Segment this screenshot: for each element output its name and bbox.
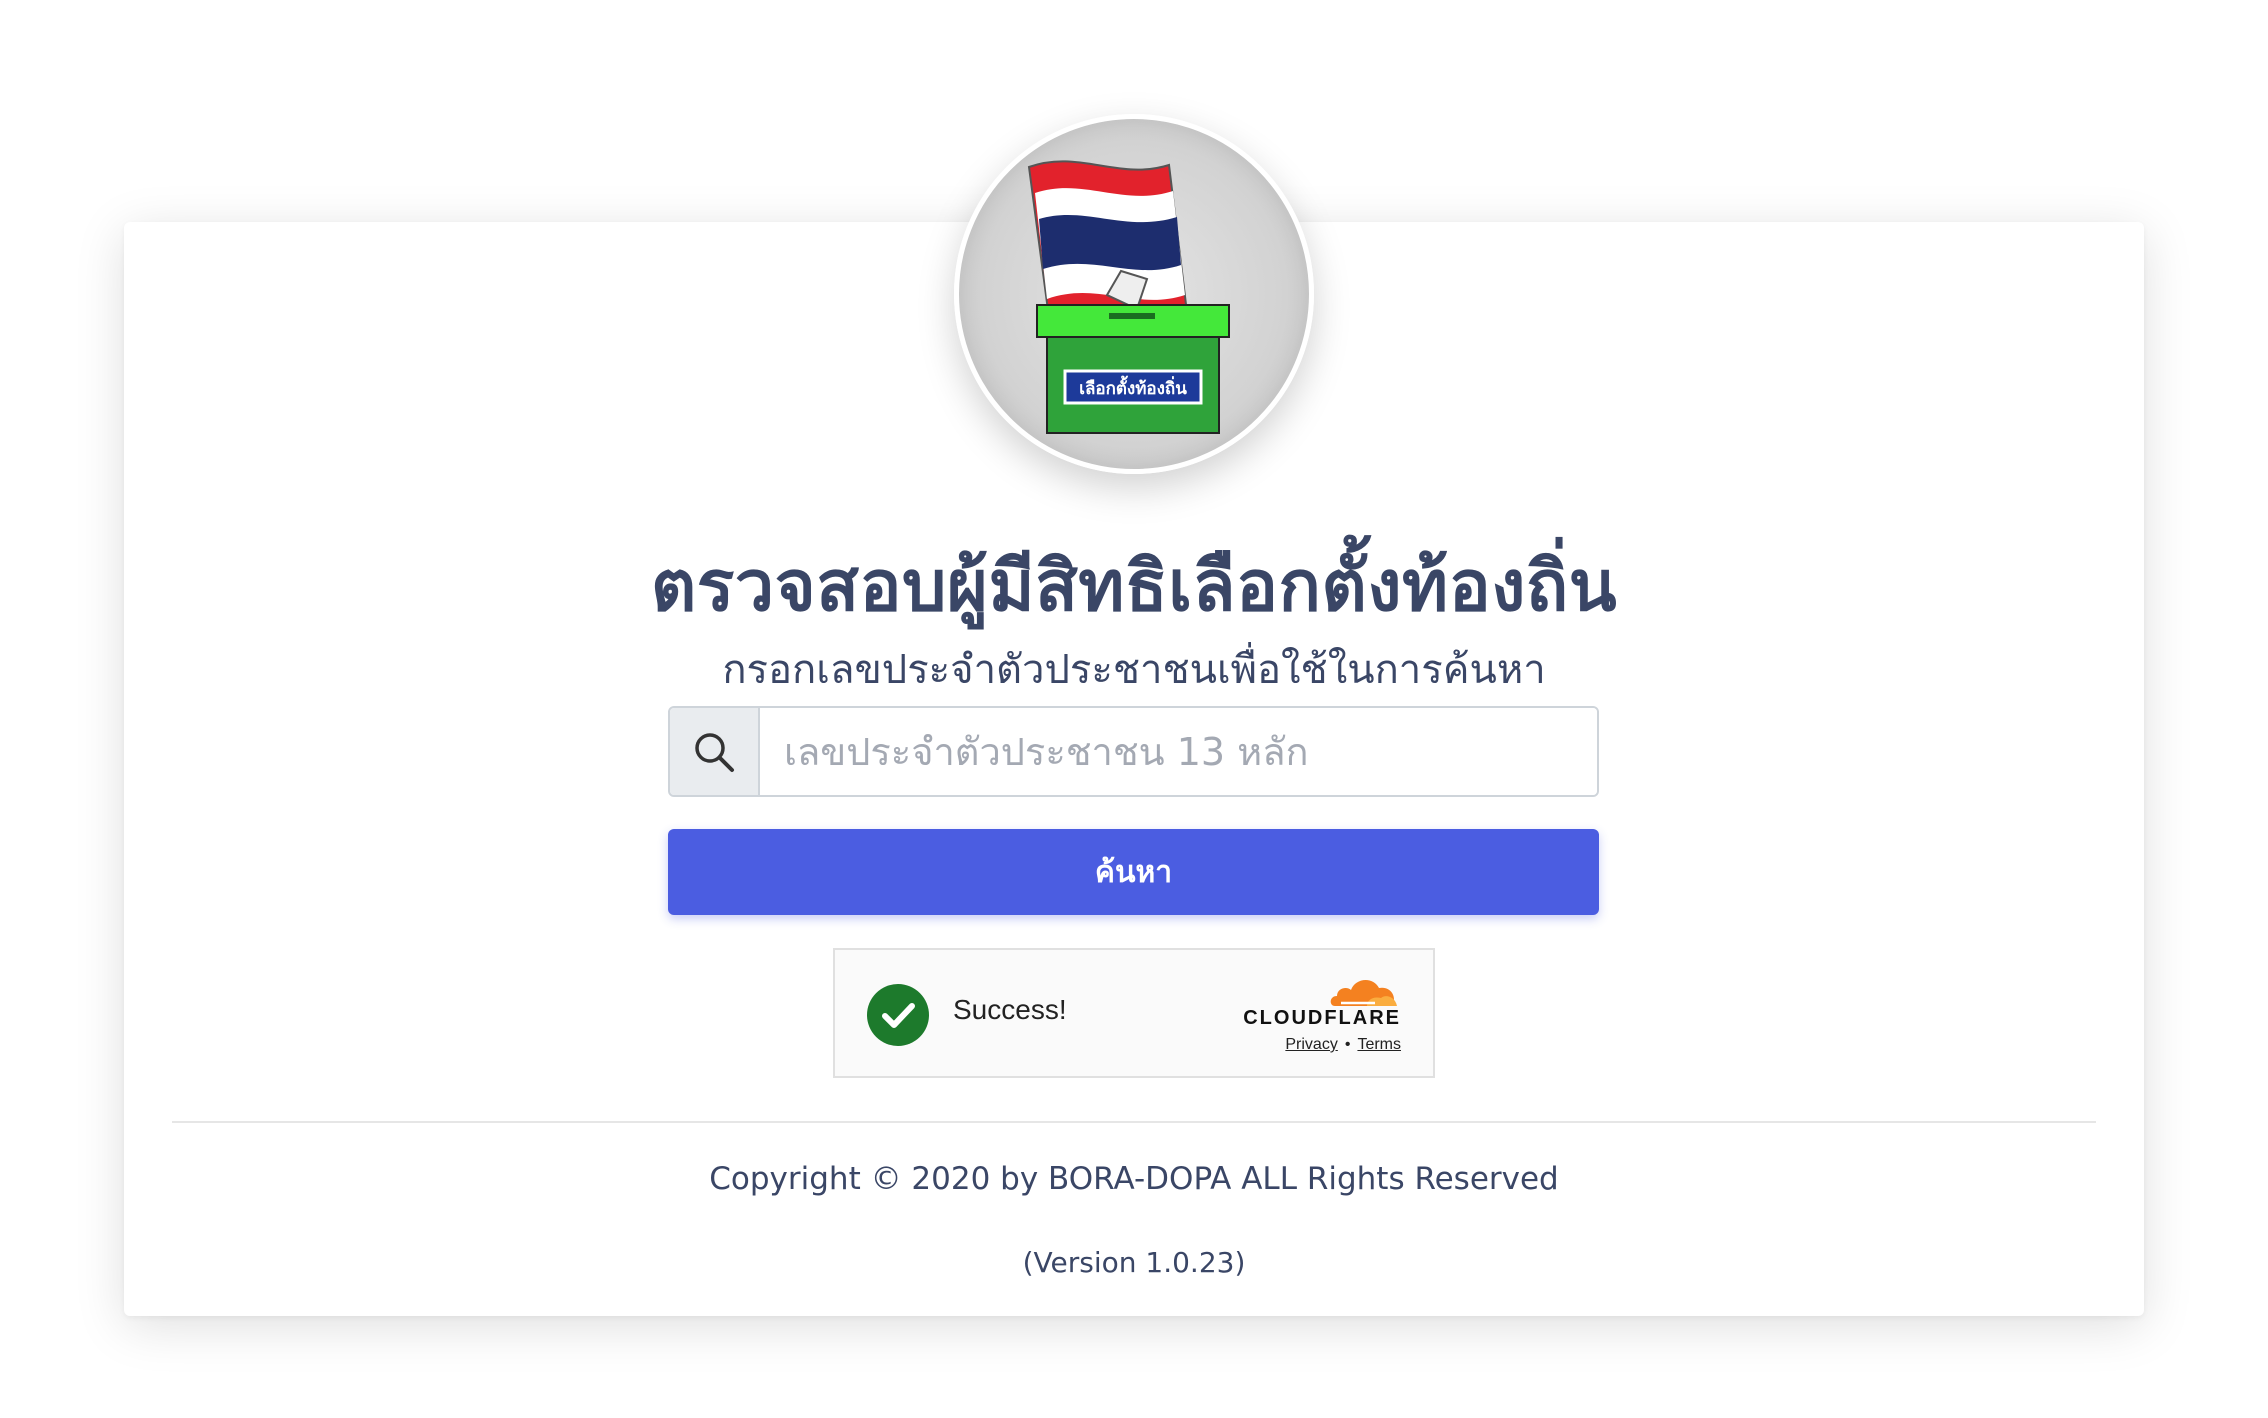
- cloudflare-captcha-widget: Success! CLOUDFLARE Privacy • Terms: [833, 948, 1435, 1078]
- version-text: (Version 1.0.23): [1022, 1246, 1246, 1279]
- captcha-status: Success!: [953, 994, 1067, 1025]
- page-subtitle: กรอกเลขประจำตัวประชาชนเพื่อใช้ในการค้นหา: [722, 647, 1546, 693]
- captcha-links: Privacy • Terms: [1285, 1036, 1401, 1054]
- cloudflare-brand: CLOUDFLARE: [1243, 1007, 1401, 1029]
- link-separator: •: [1344, 1036, 1351, 1053]
- ballot-box-flag-icon: เลือกตั้งท้องถิ่น: [1027, 160, 1230, 434]
- citizen-id-search-group: [668, 706, 1599, 797]
- ballot-box-label: เลือกตั้งท้องถิ่น: [1079, 375, 1187, 399]
- privacy-link[interactable]: Privacy: [1285, 1036, 1337, 1053]
- page-title: ตรวจสอบผู้มีสิทธิเลือกตั้งท้องถิ่น: [650, 545, 1618, 627]
- search-icon: [695, 732, 734, 772]
- citizen-id-input[interactable]: [760, 708, 1597, 795]
- terms-link[interactable]: Terms: [1357, 1036, 1401, 1053]
- search-addon: [670, 708, 760, 795]
- success-check-icon: [867, 984, 929, 1046]
- copyright-text: Copyright © 2020 by BORA-DOPA ALL Rights…: [709, 1161, 1559, 1197]
- footer-divider: [172, 1121, 2096, 1123]
- search-button[interactable]: ค้นหา: [668, 829, 1599, 915]
- cloudflare-cloud-icon: [1330, 979, 1397, 1006]
- election-logo: เลือกตั้งท้องถิ่น: [954, 114, 1314, 474]
